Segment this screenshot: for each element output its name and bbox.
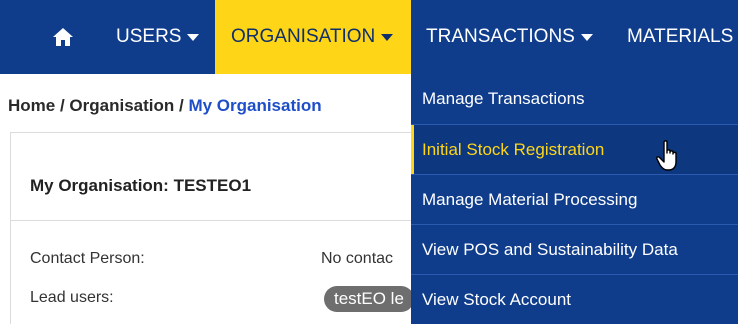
- page-title: My Organisation: TESTEO1: [30, 176, 252, 195]
- nav-users-label: USERS: [116, 26, 182, 47]
- organisation-panel: My Organisation: TESTEO1 Contact Person:…: [10, 132, 421, 324]
- contact-person-value: No contac: [321, 250, 394, 267]
- lead-users-label: Lead users:: [30, 289, 114, 306]
- menu-item-manage-transactions[interactable]: Manage Transactions: [411, 74, 738, 124]
- nav-materials-label: MATERIALS: [627, 26, 734, 47]
- menu-item-view-stock-account[interactable]: View Stock Account: [411, 274, 738, 324]
- lead-user-badge[interactable]: testEO le: [324, 286, 414, 312]
- breadcrumb-current[interactable]: My Organisation: [188, 96, 321, 115]
- nav-materials[interactable]: MATERIALS: [627, 0, 733, 74]
- nav-home[interactable]: [48, 0, 78, 74]
- chevron-down-icon: [381, 33, 394, 41]
- nav-transactions[interactable]: TRANSACTIONS: [426, 0, 593, 74]
- transactions-dropdown: Manage Transactions Initial Stock Regist…: [411, 74, 738, 324]
- top-navbar: USERS ORGANISATION TRANSACTIONS MATERIAL…: [0, 0, 738, 74]
- menu-item-view-pos-sustainability[interactable]: View POS and Sustainability Data: [411, 224, 738, 274]
- breadcrumb-organisation[interactable]: Organisation: [69, 96, 174, 115]
- breadcrumb-separator: /: [55, 96, 70, 115]
- home-icon: [53, 28, 73, 46]
- breadcrumb: Home / Organisation / My Organisation: [8, 96, 322, 116]
- chevron-down-icon: [580, 33, 593, 41]
- menu-item-manage-material-processing[interactable]: Manage Material Processing: [411, 174, 738, 224]
- breadcrumb-home[interactable]: Home: [8, 96, 55, 115]
- nav-organisation[interactable]: ORGANISATION: [215, 0, 411, 74]
- nav-organisation-label: ORGANISATION: [231, 26, 376, 47]
- panel-header: My Organisation: TESTEO1: [11, 133, 421, 221]
- hand-pointer-icon: [656, 140, 677, 171]
- menu-item-initial-stock-registration[interactable]: Initial Stock Registration: [411, 124, 738, 174]
- breadcrumb-separator: /: [174, 96, 189, 115]
- chevron-down-icon: [187, 33, 200, 41]
- contact-person-label: Contact Person:: [30, 250, 145, 267]
- nav-transactions-label: TRANSACTIONS: [426, 26, 575, 47]
- nav-users[interactable]: USERS: [116, 0, 200, 74]
